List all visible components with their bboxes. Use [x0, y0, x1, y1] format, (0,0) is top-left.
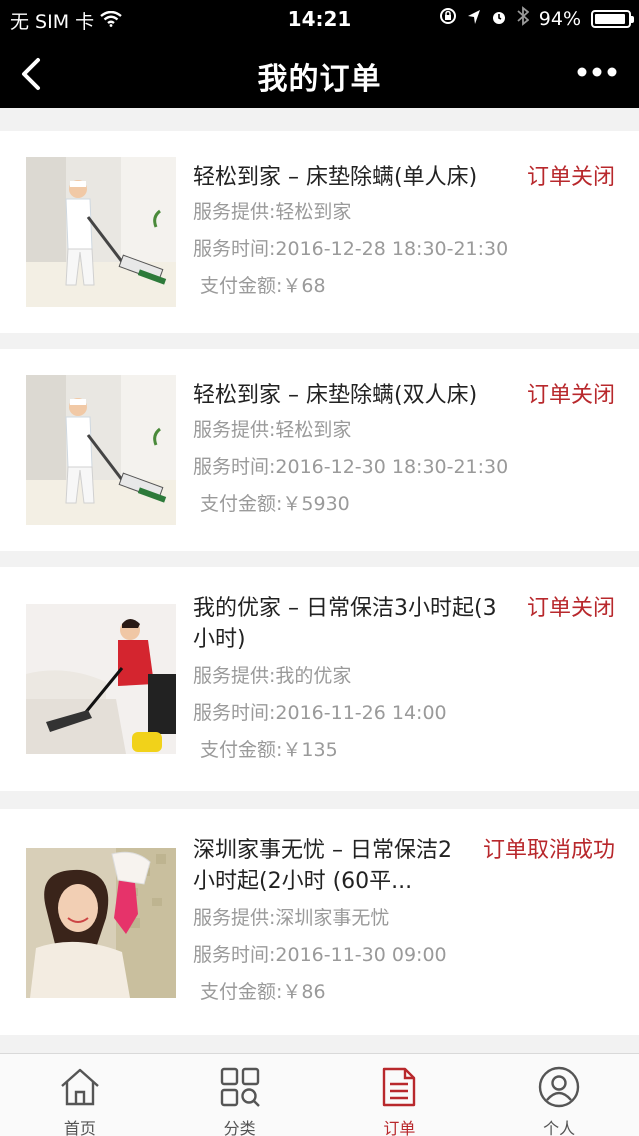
user-icon [538, 1066, 580, 1108]
order-title: 我的优家 – 日常保洁3小时起(3小时) [193, 596, 497, 652]
order-payment: 支付金额:￥135 [200, 739, 338, 761]
tab-bar: 首页 分类 订单 个人 [0, 1053, 639, 1136]
order-payment: 支付金额:￥5930 [200, 493, 350, 515]
order-service-time: 服务时间:2016-11-30 09:00 [193, 944, 447, 966]
page-title: 我的订单 [257, 62, 382, 97]
bluetooth-icon [517, 6, 530, 31]
order-provider: 服务提供:我的优家 [193, 665, 352, 687]
order-thumbnail [26, 157, 176, 307]
battery-icon [591, 9, 634, 28]
order-payment: 支付金额:￥86 [200, 981, 326, 1003]
home-icon [61, 1068, 99, 1106]
rotation-lock-icon [439, 7, 457, 30]
order-title: 轻松到家 – 床垫除螨(双人床) [193, 383, 478, 408]
more-dots-icon[interactable] [577, 60, 617, 84]
alarm-icon [491, 8, 507, 30]
tab-orders[interactable]: 订单 [320, 1054, 480, 1136]
order-service-time: 服务时间:2016-11-26 14:00 [193, 702, 447, 724]
tab-home[interactable]: 首页 [0, 1054, 160, 1136]
order-status-badge: 订单关闭 [526, 165, 615, 190]
order-status-badge: 订单取消成功 [482, 838, 615, 863]
order-provider: 服务提供:轻松到家 [193, 201, 352, 223]
order-payment: 支付金额:￥68 [200, 275, 326, 297]
battery-percent: 94% [538, 7, 581, 30]
tab-category[interactable]: 分类 [160, 1054, 320, 1136]
order-provider: 服务提供:深圳家事无忧 [193, 907, 390, 929]
order-document-icon [383, 1067, 416, 1107]
tab-profile[interactable]: 个人 [479, 1054, 639, 1136]
tab-label: 首页 [63, 1119, 96, 1136]
order-thumbnail [26, 848, 176, 998]
order-provider: 服务提供:轻松到家 [193, 419, 352, 441]
order-service-time: 服务时间:2016-12-28 18:30-21:30 [193, 238, 509, 260]
navigation-bar: 我的订单 [0, 40, 639, 108]
order-card[interactable]: 深圳家事无忧 – 日常保洁2小时起(2小时 (60平... 订单取消成功 服务提… [0, 809, 639, 1035]
order-status-badge: 订单关闭 [526, 383, 615, 408]
category-grid-icon [220, 1067, 260, 1107]
order-card[interactable]: 我的优家 – 日常保洁3小时起(3小时) 订单关闭 服务提供:我的优家 服务时间… [0, 567, 639, 791]
order-card[interactable]: 轻松到家 – 床垫除螨(单人床) 订单关闭 服务提供:轻松到家 服务时间:201… [0, 131, 639, 333]
order-service-time: 服务时间:2016-12-30 18:30-21:30 [193, 456, 509, 478]
top-bar: 无 SIM 卡 14:21 94% 我的订单 [0, 0, 639, 108]
tab-label: 分类 [223, 1119, 256, 1136]
order-thumbnail [26, 604, 176, 754]
location-arrow-icon [467, 8, 481, 30]
status-bar: 无 SIM 卡 14:21 94% [0, 0, 639, 36]
order-thumbnail [26, 375, 176, 525]
tab-label: 个人 [543, 1119, 576, 1136]
order-card[interactable]: 轻松到家 – 床垫除螨(双人床) 订单关闭 服务提供:轻松到家 服务时间:201… [0, 349, 639, 551]
order-title: 深圳家事无忧 – 日常保洁2小时起(2小时 (60平... [193, 838, 452, 894]
order-title: 轻松到家 – 床垫除螨(单人床) [193, 165, 478, 190]
tab-label: 订单 [383, 1119, 416, 1136]
order-status-badge: 订单关闭 [526, 596, 615, 621]
